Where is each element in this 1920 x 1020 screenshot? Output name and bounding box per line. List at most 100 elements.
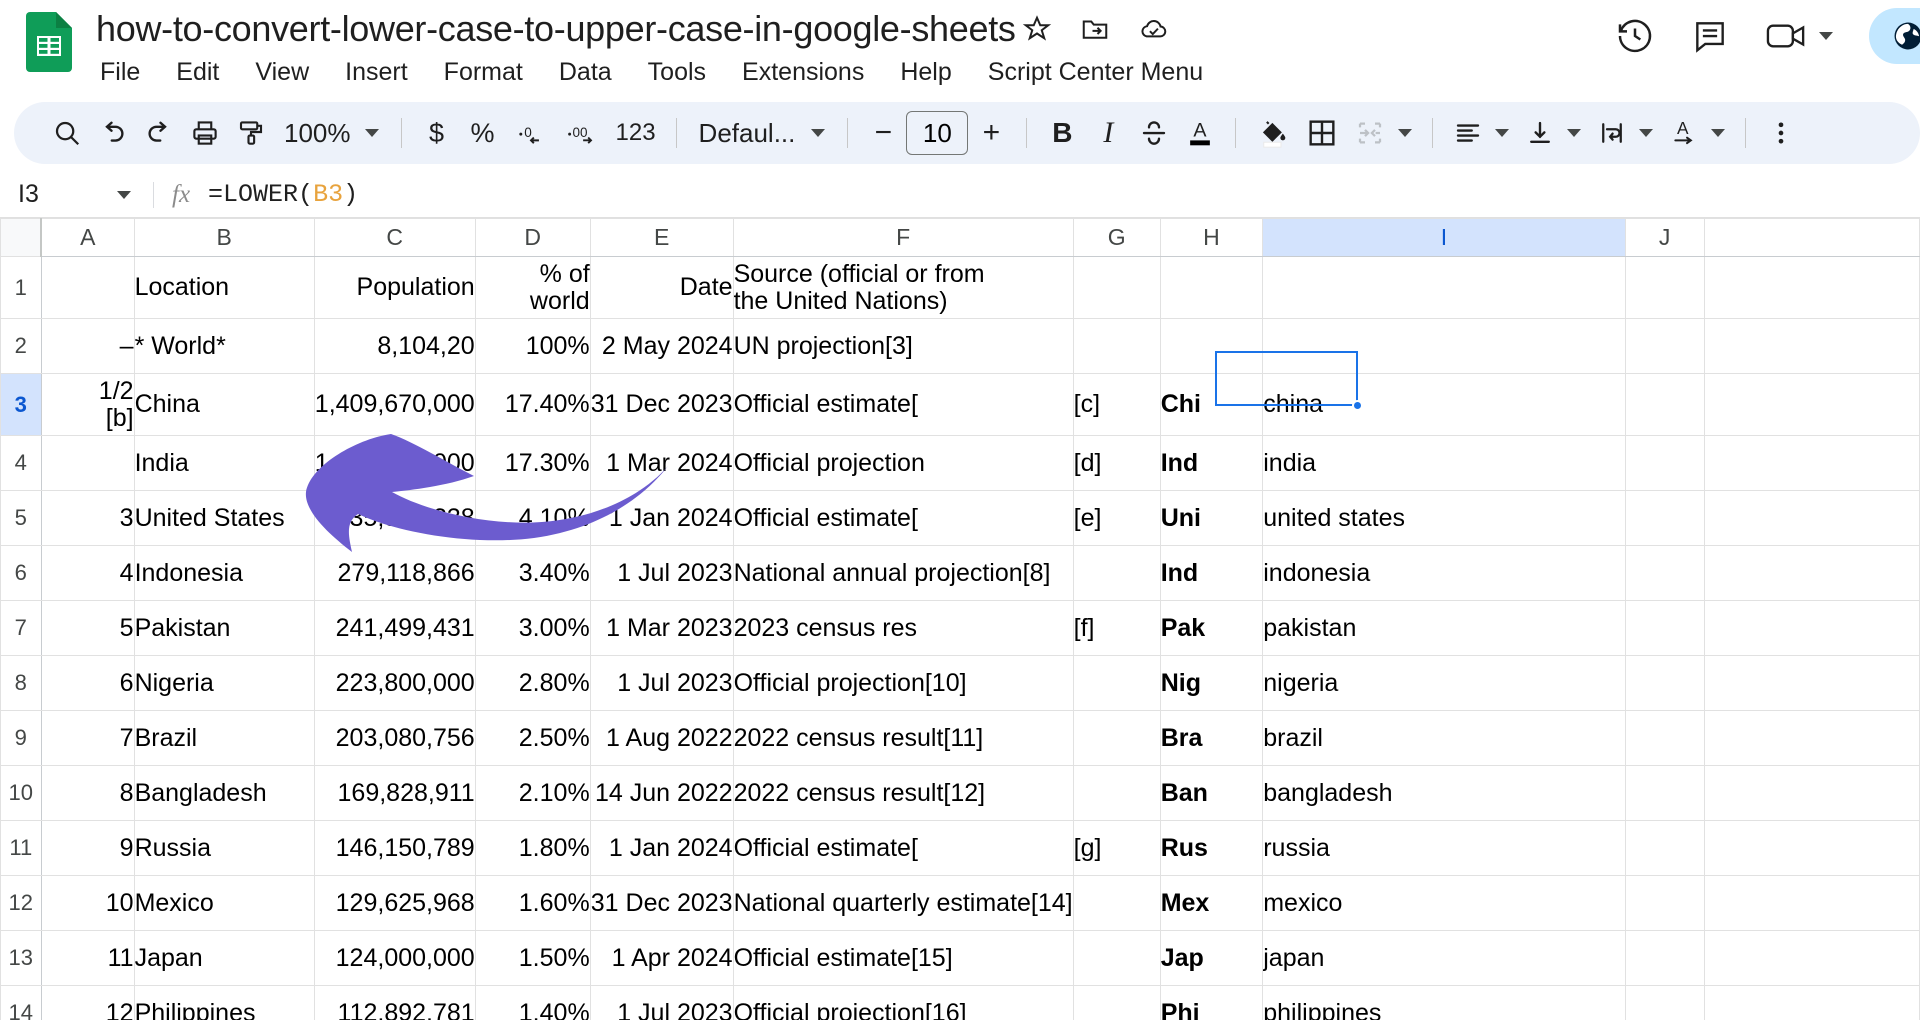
cell-F12[interactable]: National quarterly estimate[14] [732, 875, 1074, 931]
cell-I14[interactable]: philippines [1262, 985, 1626, 1020]
cell-A5[interactable]: 3 [40, 490, 135, 546]
cell-I9[interactable]: brazil [1262, 710, 1626, 766]
cell-C9[interactable]: 203,080,756 [313, 710, 476, 766]
cell-I11[interactable]: russia [1262, 820, 1626, 876]
cell-G11[interactable]: [g] [1072, 820, 1161, 876]
cell-E14[interactable]: 1 Jul 2023 [589, 985, 734, 1020]
cell-overflow[interactable] [1703, 545, 1920, 601]
cell-I3[interactable]: china [1262, 373, 1626, 436]
search-button[interactable] [44, 108, 90, 158]
cell-I6[interactable]: indonesia [1262, 545, 1626, 601]
cell-H8[interactable]: Nig [1159, 655, 1264, 711]
cell-E13[interactable]: 1 Apr 2024 [589, 930, 734, 986]
cell-H3[interactable]: Chi [1159, 373, 1264, 436]
star-icon[interactable] [1022, 14, 1052, 44]
row-header-12[interactable]: 12 [0, 875, 42, 931]
cell-A9[interactable]: 7 [40, 710, 135, 766]
menu-view[interactable]: View [255, 58, 309, 87]
cell-H10[interactable]: Ban [1159, 765, 1264, 821]
row-header-6[interactable]: 6 [0, 545, 42, 601]
cell-C10[interactable]: 169,828,911 [313, 765, 476, 821]
cell-I8[interactable]: nigeria [1262, 655, 1626, 711]
select-all-corner[interactable] [0, 218, 43, 257]
print-button[interactable] [182, 108, 228, 158]
cell-F6[interactable]: National annual projection[8] [732, 545, 1074, 601]
name-box[interactable]: I3 [0, 180, 145, 209]
cell-overflow[interactable] [1703, 985, 1920, 1020]
column-header-D[interactable]: D [474, 218, 591, 257]
more-options-button[interactable] [1758, 108, 1804, 158]
cell-B8[interactable]: Nigeria [133, 655, 315, 711]
fill-handle[interactable] [1352, 400, 1363, 411]
cell-G8[interactable] [1072, 655, 1161, 711]
font-family-select[interactable]: Defaul... [689, 108, 836, 158]
paint-format-button[interactable] [228, 108, 274, 158]
row-header-1[interactable]: 1 [0, 256, 42, 319]
cell-A7[interactable]: 5 [40, 600, 135, 656]
cell-J10[interactable] [1624, 765, 1705, 821]
bold-button[interactable]: B [1039, 108, 1085, 158]
borders-button[interactable] [1298, 108, 1346, 158]
cloud-saved-icon[interactable] [1138, 14, 1170, 44]
cell-J2[interactable] [1624, 318, 1705, 374]
cell-I5[interactable]: united states [1262, 490, 1626, 546]
cell-D9[interactable]: 2.50% [474, 710, 591, 766]
cell-F9[interactable]: 2022 census result[11] [732, 710, 1074, 766]
cell-A14[interactable]: 12 [40, 985, 135, 1020]
cell-E9[interactable]: 1 Aug 2022 [589, 710, 734, 766]
cell-A8[interactable]: 6 [40, 655, 135, 711]
row-header-13[interactable]: 13 [0, 930, 42, 986]
cell-overflow[interactable] [1703, 930, 1920, 986]
cell-A10[interactable]: 8 [40, 765, 135, 821]
menu-help[interactable]: Help [900, 58, 951, 87]
cell-B5[interactable]: United States [133, 490, 315, 546]
cell-E4[interactable]: 1 Mar 2024 [589, 435, 734, 491]
menu-file[interactable]: File [100, 58, 140, 87]
cell-H4[interactable]: Ind [1159, 435, 1264, 491]
cell-G14[interactable] [1072, 985, 1161, 1020]
cell-B11[interactable]: Russia [133, 820, 315, 876]
column-header-A[interactable]: A [40, 218, 135, 257]
menu-script-center[interactable]: Script Center Menu [988, 58, 1203, 87]
cell-overflow[interactable] [1703, 710, 1920, 766]
row-header-10[interactable]: 10 [0, 765, 42, 821]
cell-B2[interactable]: * World* [133, 318, 315, 374]
cell-C14[interactable]: 112,892,781 [313, 985, 476, 1020]
cell-overflow[interactable] [1703, 435, 1920, 491]
share-button[interactable]: S [1868, 8, 1920, 64]
cell-F7[interactable]: 2023 census res [732, 600, 1074, 656]
cell-E12[interactable]: 31 Dec 2023 [589, 875, 734, 931]
cell-H13[interactable]: Jap [1159, 930, 1264, 986]
cell-H11[interactable]: Rus [1159, 820, 1264, 876]
cell-G12[interactable] [1072, 875, 1161, 931]
decrease-font-size-button[interactable]: − [860, 108, 906, 158]
italic-button[interactable]: I [1085, 108, 1131, 158]
cell-I1[interactable] [1262, 256, 1626, 319]
cell-C1[interactable]: Population [313, 256, 476, 319]
cell-C11[interactable]: 146,150,789 [313, 820, 476, 876]
cell-J6[interactable] [1624, 545, 1705, 601]
cell-overflow[interactable] [1703, 875, 1920, 931]
cell-D5[interactable]: 4.10% [474, 490, 591, 546]
cell-D7[interactable]: 3.00% [474, 600, 591, 656]
comment-icon[interactable] [1691, 17, 1729, 55]
cell-C2[interactable]: 8,104,20 [313, 318, 476, 374]
cell-A2[interactable]: – [40, 318, 135, 374]
cell-D14[interactable]: 1.40% [474, 985, 591, 1020]
cell-G13[interactable] [1072, 930, 1161, 986]
cell-G3[interactable]: [c] [1072, 373, 1161, 436]
cell-B9[interactable]: Brazil [133, 710, 315, 766]
fill-color-button[interactable] [1248, 108, 1298, 158]
column-header-G[interactable]: G [1072, 218, 1161, 257]
cell-C4[interactable]: 1,400,744,000 [313, 435, 476, 491]
cell-I7[interactable]: pakistan [1262, 600, 1626, 656]
cell-F4[interactable]: Official projection [732, 435, 1074, 491]
cell-F13[interactable]: Official estimate[15] [732, 930, 1074, 986]
cell-B6[interactable]: Indonesia [133, 545, 315, 601]
document-title[interactable]: how-to-convert-lower-case-to-upper-case-… [96, 8, 1016, 50]
cell-H9[interactable]: Bra [1159, 710, 1264, 766]
cell-H6[interactable]: Ind [1159, 545, 1264, 601]
cell-E2[interactable]: 2 May 2024 [589, 318, 734, 374]
cell-D10[interactable]: 2.10% [474, 765, 591, 821]
row-header-5[interactable]: 5 [0, 490, 42, 546]
